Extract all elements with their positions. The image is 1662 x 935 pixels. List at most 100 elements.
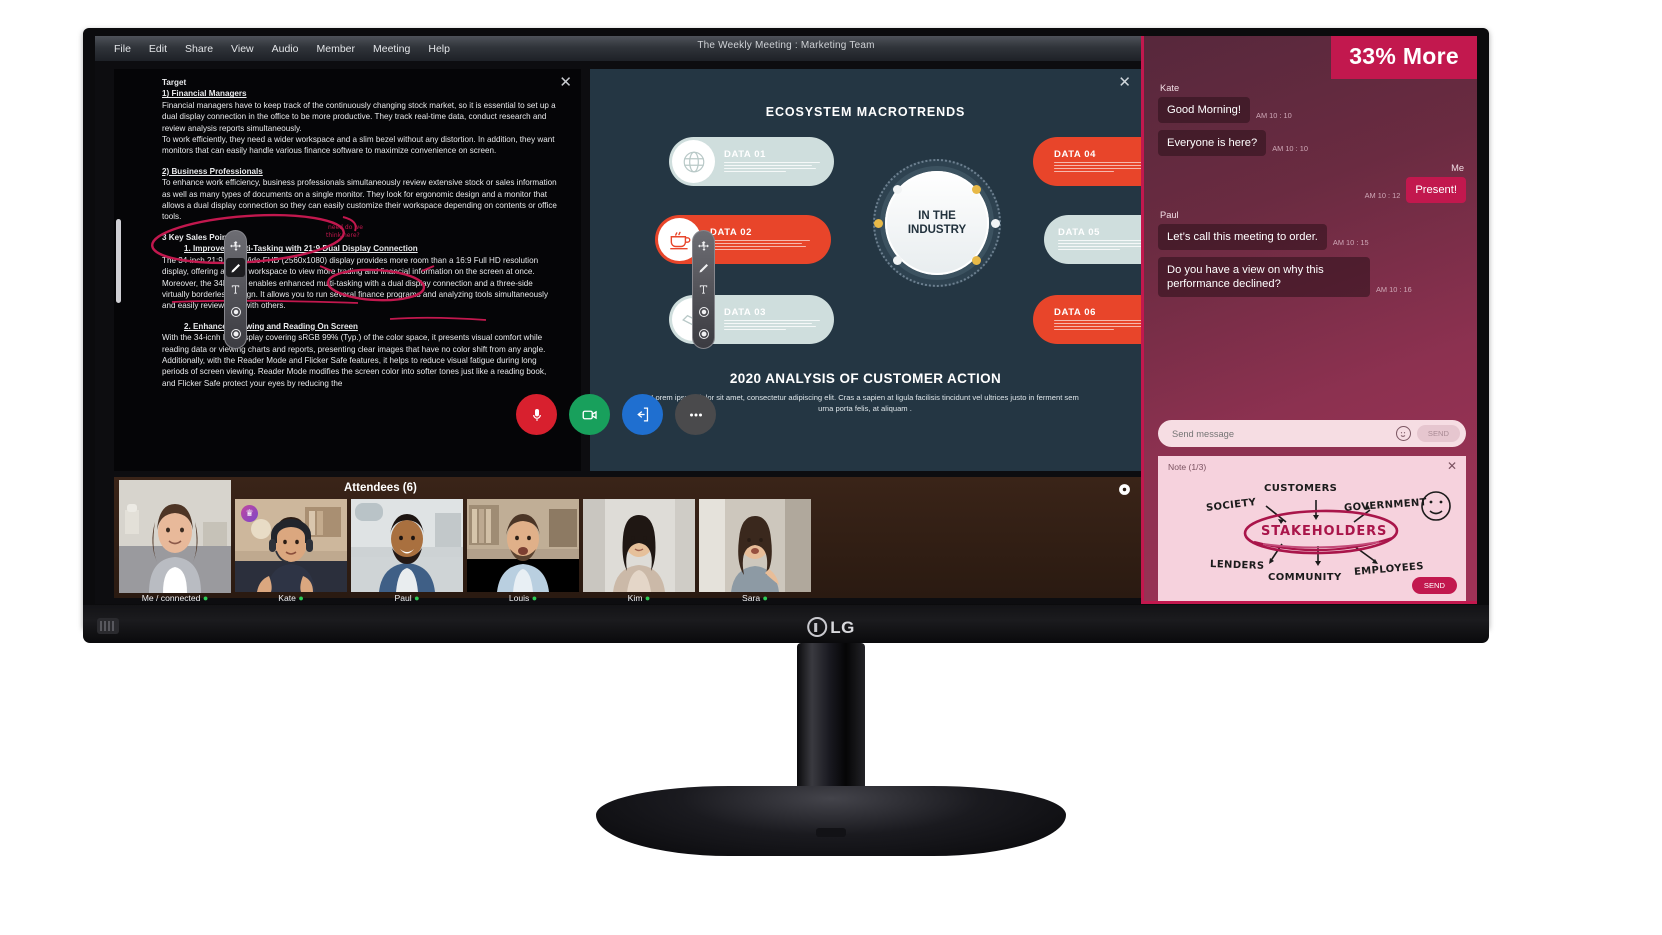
- status-dot: ●: [762, 593, 768, 603]
- record-icon[interactable]: [694, 302, 713, 321]
- record-icon[interactable]: [226, 302, 245, 321]
- close-icon[interactable]: ✕: [1118, 75, 1131, 90]
- chat-sender-me: Me: [1451, 163, 1464, 173]
- attendee-tiles: ♛: [119, 480, 811, 593]
- menu-item-meeting[interactable]: Meeting: [364, 40, 419, 58]
- more-options-button[interactable]: [675, 394, 716, 435]
- chat-row: Good Morning! AM 10 : 10: [1158, 97, 1466, 123]
- note-send-button[interactable]: SEND: [1411, 577, 1457, 594]
- chat-timestamp: AM 10 : 15: [1332, 238, 1369, 247]
- monitor-bezel-bottom: [83, 605, 1489, 643]
- note-title: Note (1/3): [1168, 462, 1207, 472]
- status-dot: ●: [414, 593, 420, 603]
- attendee-name-kim: Kim ●: [627, 593, 651, 603]
- chat-bubble: Everyone is here?: [1158, 130, 1267, 156]
- bubble-label: DATA 06: [1054, 307, 1097, 319]
- attendee-name-paul: Paul ●: [394, 593, 420, 603]
- attendee-tile-kate[interactable]: ♛: [235, 499, 347, 592]
- slide-bubble-data-01[interactable]: DATA 01: [669, 137, 834, 186]
- move-icon[interactable]: [226, 236, 245, 255]
- chat-bubble: Present!: [1406, 177, 1466, 203]
- chat-row: Do you have a view on why this performan…: [1158, 257, 1466, 297]
- text-icon[interactable]: [226, 280, 245, 299]
- note-node-community: COMMUNITY: [1268, 572, 1342, 583]
- chat-bubble: Good Morning!: [1158, 97, 1251, 123]
- lg-brand-logo: LG: [807, 617, 855, 638]
- chat-row: AM 10 : 12 Present!: [1158, 177, 1466, 203]
- menu-item-edit[interactable]: Edit: [140, 40, 176, 58]
- hub-dot: [972, 256, 981, 265]
- attendee-tile-louis[interactable]: [467, 499, 579, 592]
- camera-button[interactable]: [569, 394, 610, 435]
- chat-bubble: Let’s call this meeting to order.: [1158, 224, 1327, 250]
- chat-input-bar[interactable]: SEND: [1158, 420, 1466, 447]
- hub-line-1: IN THE: [918, 210, 956, 222]
- doc-section2-body: To enhance work efficiency, business pro…: [162, 178, 557, 222]
- bubble-label: DATA 02: [710, 227, 753, 239]
- gear-icon[interactable]: [1118, 483, 1131, 496]
- doc-point1-body: The 34-inch 21:9 UltraWide FHD (2560x108…: [162, 255, 548, 311]
- share-screen-button[interactable]: [622, 394, 663, 435]
- hub-dot: [874, 219, 883, 228]
- document-scrollbar[interactable]: [116, 219, 121, 303]
- menu-item-help[interactable]: Help: [419, 40, 459, 58]
- attendee-tile-sara[interactable]: [699, 499, 811, 592]
- note-center-word: STAKEHOLDERS: [1261, 524, 1388, 539]
- text-icon[interactable]: [694, 280, 713, 299]
- document-pane: ✕ Target 1) Financial Managers Financial…: [114, 69, 581, 471]
- joystick-icon[interactable]: [97, 618, 119, 634]
- menu-item-file[interactable]: File: [105, 40, 140, 58]
- hub-dot: [893, 256, 902, 265]
- attendee-name-kate: Kate ●: [278, 593, 304, 603]
- menu-item-member[interactable]: Member: [307, 40, 364, 58]
- doc-point2-title: 2. Enhanced Viewing and Reading On Scree…: [184, 321, 358, 331]
- slide-bubble-data-04[interactable]: DATA 04: [1033, 137, 1141, 186]
- doc-heading: Target: [162, 78, 187, 87]
- close-icon[interactable]: ✕: [559, 75, 572, 90]
- slide-title: ECOSYSTEM MACROTRENDS: [765, 105, 966, 119]
- menu-item-audio[interactable]: Audio: [263, 40, 308, 58]
- bubble-label: DATA 01: [724, 149, 767, 161]
- chat-sender-paul: Paul: [1160, 210, 1179, 220]
- stop-icon[interactable]: [226, 324, 245, 343]
- pen-icon[interactable]: [226, 258, 245, 277]
- status-dot: ●: [531, 593, 538, 603]
- doc-section1-body2: To work efficiently, they need a wider w…: [162, 135, 555, 156]
- chat-row: Let’s call this meeting to order. AM 10 …: [1158, 224, 1466, 250]
- monitor-stand-neck: [797, 643, 865, 803]
- screenshot-root: File Edit Share View Audio Member Meetin…: [0, 0, 1662, 935]
- attendee-tile-paul[interactable]: [351, 499, 463, 592]
- slide-subtitle: 2020 ANALYSIS OF CUSTOMER ACTION: [729, 371, 1002, 386]
- attendee-tile-kim[interactable]: [583, 499, 695, 592]
- status-dot: ●: [202, 593, 209, 603]
- monitor-stand-base: [596, 786, 1066, 856]
- chat-timestamp: AM 10 : 10: [1272, 144, 1308, 153]
- bubble-label: DATA 04: [1054, 149, 1097, 161]
- call-controls: [516, 394, 716, 435]
- move-icon[interactable]: [694, 236, 713, 255]
- note-node-lenders: LENDERS: [1209, 559, 1265, 572]
- globe-icon: [672, 140, 715, 183]
- attendee-tile-me[interactable]: [119, 480, 231, 593]
- microphone-button[interactable]: [516, 394, 557, 435]
- doc-point2-body: With the 34-icnh IPS display covering sR…: [162, 333, 546, 354]
- hub-dot: [972, 185, 981, 194]
- chat-send-button[interactable]: SEND: [1416, 425, 1460, 442]
- close-icon[interactable]: ✕: [1447, 460, 1457, 472]
- doc-point2-body2: Additionally, with the Reader Mode and F…: [162, 355, 547, 388]
- bubble-label: DATA 03: [724, 307, 767, 319]
- status-dot: ●: [298, 593, 304, 603]
- menu-item-view[interactable]: View: [222, 40, 263, 58]
- stop-icon[interactable]: [694, 324, 713, 343]
- pen-icon[interactable]: [694, 258, 713, 277]
- smiley-icon[interactable]: [1395, 426, 1411, 441]
- chat-row: Everyone is here? AM 10 : 10: [1158, 130, 1466, 156]
- annotation-toolbar-slide[interactable]: [692, 230, 715, 349]
- slide-bubble-data-05[interactable]: DATA 05: [1044, 215, 1141, 264]
- slide-bubble-data-02[interactable]: DATA 02: [655, 215, 831, 264]
- hub-dot: [893, 185, 902, 194]
- annotation-toolbar-left[interactable]: [224, 230, 247, 349]
- chat-message-input[interactable]: [1172, 428, 1396, 439]
- menu-item-share[interactable]: Share: [176, 40, 222, 58]
- slide-bubble-data-06[interactable]: DATA 06: [1033, 295, 1141, 344]
